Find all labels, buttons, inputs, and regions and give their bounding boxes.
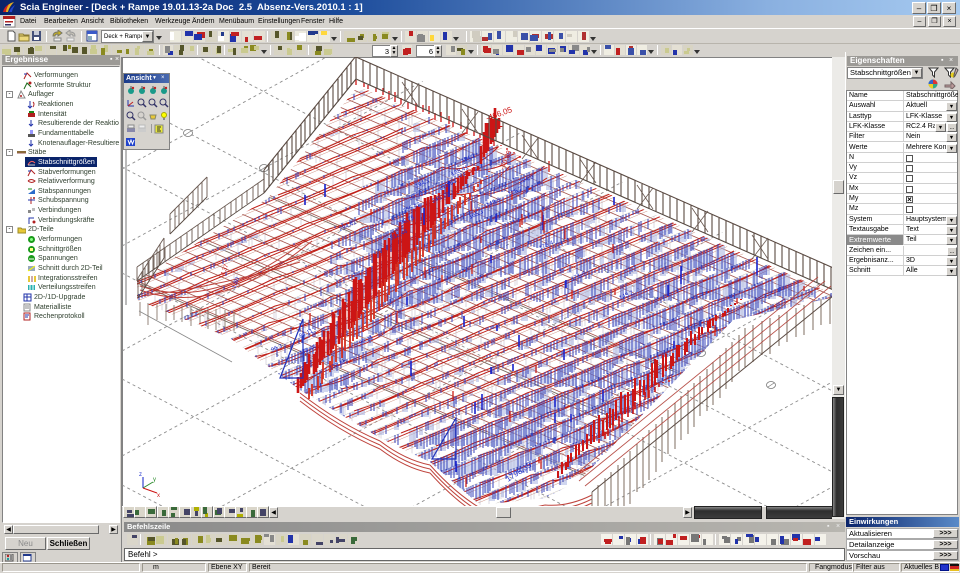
svg-text:x: x xyxy=(157,493,160,499)
svg-text:y: y xyxy=(153,477,156,483)
svg-text:z: z xyxy=(139,472,142,478)
